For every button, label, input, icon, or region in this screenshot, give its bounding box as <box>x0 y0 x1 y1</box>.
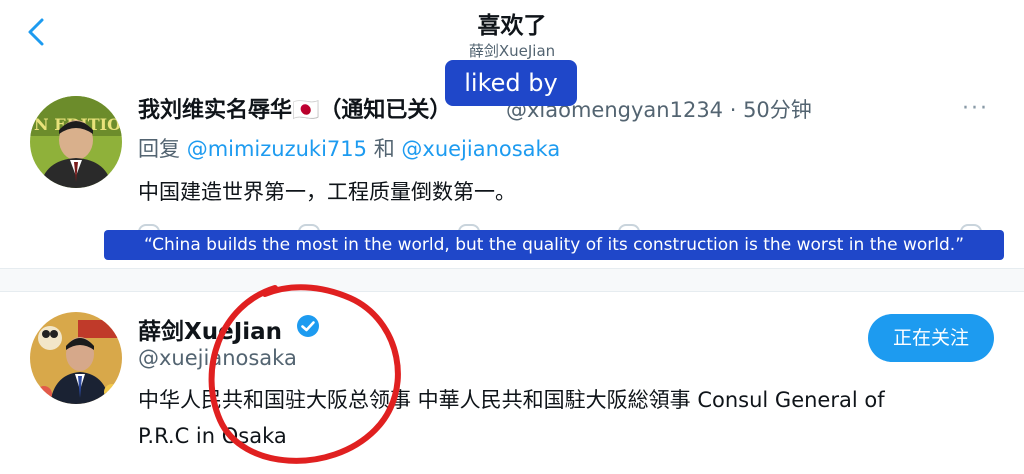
reply-context: 回复 @mimizuzuki715 和 @xuejianosaka <box>138 133 560 163</box>
tweet-text: 中国建造世界第一，工程质量倒数第一。 <box>138 180 516 204</box>
tweet-avatar[interactable]: N EDITIO <box>30 96 122 188</box>
reply-user-link[interactable]: @xuejianosaka <box>401 137 560 161</box>
more-options-icon[interactable]: ··· <box>962 96 989 121</box>
user-handle: @xuejianosaka <box>138 346 297 370</box>
user-name[interactable]: 薛剑XueJian <box>138 312 282 346</box>
user-bio: 中华人民共和国驻大阪总领事 中華人民共和国駐大阪総領事 Consul Gener… <box>138 388 885 448</box>
translation-caption: “China builds the most in the world, but… <box>104 230 1004 260</box>
reply-user-link[interactable]: @mimizuzuki715 <box>187 137 367 161</box>
reply-conjunction: 和 <box>373 137 395 161</box>
tweet-display-name[interactable]: 我刘维实名辱华🇯🇵（通知已关） <box>138 92 451 124</box>
liked-by-label: liked by <box>445 60 577 106</box>
section-divider <box>0 268 1024 292</box>
page-subtitle: 薛剑XueJian <box>468 42 556 60</box>
reply-prefix: 回复 <box>138 137 180 161</box>
page-title: 喜欢了 <box>477 13 547 39</box>
verified-badge-icon <box>296 314 320 338</box>
user-avatar[interactable] <box>30 312 122 404</box>
following-button[interactable]: 正在关注 <box>868 314 994 362</box>
